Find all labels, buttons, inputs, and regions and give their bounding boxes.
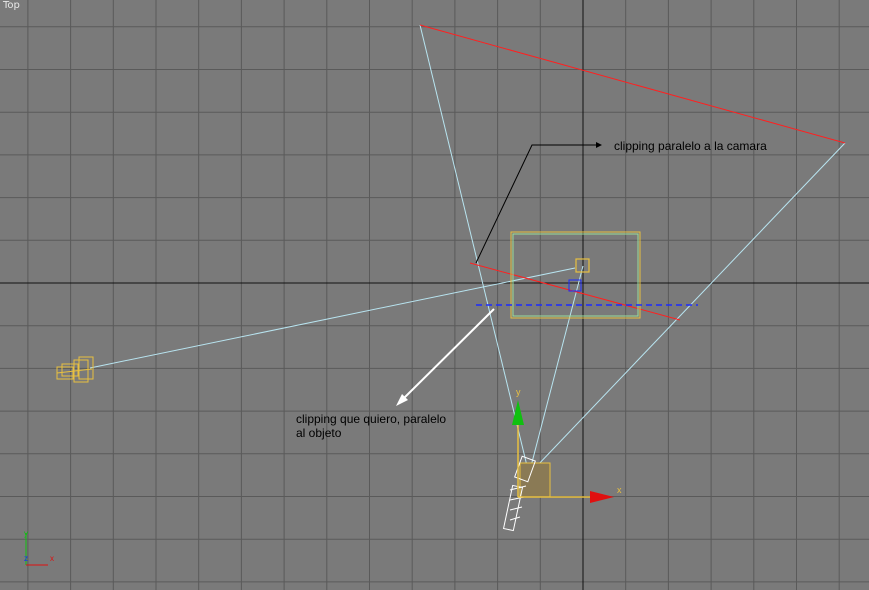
- camera-clipping-leader-head: [596, 142, 602, 148]
- gizmo-y-label: y: [516, 387, 521, 397]
- viewport-label[interactable]: Top: [3, 0, 20, 11]
- object-clipping-arrow: [401, 308, 495, 401]
- camera-clipping-leader: [475, 144, 596, 264]
- camera-object-icon[interactable]: [502, 455, 551, 532]
- view-axis-z-label: z: [24, 554, 28, 563]
- camera-frustum: [89, 24, 846, 471]
- gizmo-x-arrow[interactable]: [590, 491, 614, 503]
- viewport-grid: [0, 0, 869, 590]
- gizmo-x-label: x: [617, 485, 622, 495]
- object-clipping-annotation-line2: al objeto: [296, 426, 342, 440]
- view-axis-tripod: y x z: [24, 529, 54, 566]
- object-clipping-annotation-line1: clipping que quiero, paralelo: [296, 412, 447, 426]
- viewport-canvas[interactable]: x y y x z: [0, 0, 869, 590]
- camera-clipping-annotation: clipping paralelo a la camara: [614, 139, 767, 153]
- far-clip-plane: [419, 24, 846, 144]
- view-axis-y-label: y: [24, 529, 28, 538]
- view-axis-x-label: x: [50, 554, 54, 563]
- light-object-icon[interactable]: [56, 356, 94, 383]
- top-viewport[interactable]: x y y x z Top clipping paralelo a la cam…: [0, 0, 869, 590]
